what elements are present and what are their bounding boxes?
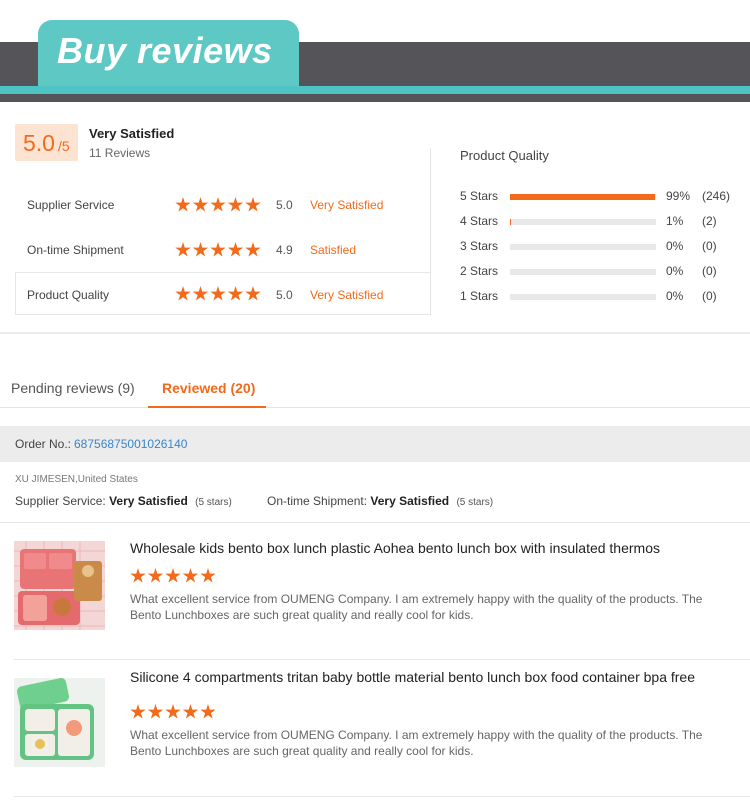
star-icon — [227, 242, 244, 257]
review-product-title[interactable]: Silicone 4 compartments tritan baby bott… — [130, 669, 695, 685]
product-thumbnail[interactable] — [14, 678, 105, 767]
dist-count-4: (2) — [702, 214, 717, 228]
overall-rating-text: Very Satisfied — [89, 126, 175, 141]
order-supplier-service: Supplier Service: Very Satisfied (5 star… — [15, 494, 232, 508]
star-icon — [245, 286, 261, 301]
order-shipment-label: On-time Shipment: — [267, 494, 368, 508]
row-separator — [14, 796, 750, 797]
star-icon — [147, 704, 164, 719]
dist-bar-3 — [510, 244, 656, 250]
dist-percent-1: 0% — [666, 289, 684, 303]
order-supplier-service-value: Very Satisfied — [109, 494, 188, 508]
star-icon — [245, 242, 261, 257]
section-separator — [0, 332, 750, 334]
star-icon — [147, 568, 164, 583]
star-icon — [227, 286, 244, 301]
summary-divider — [430, 148, 431, 314]
product-quality-title: Product Quality — [460, 148, 549, 163]
order-number-link[interactable]: 68756875001026140 — [74, 437, 187, 451]
banner-gray-line — [0, 94, 750, 102]
star-icon — [210, 197, 226, 212]
metric-value-product-quality: 5.0 — [276, 288, 293, 302]
overall-score: 5.0 — [23, 130, 55, 156]
product-thumbnail[interactable] — [14, 541, 105, 630]
star-icon — [192, 242, 209, 257]
metric-label-shipment: On-time Shipment — [27, 243, 124, 257]
dist-bar-1 — [510, 294, 656, 300]
dist-label-3: 3 Stars — [460, 239, 499, 253]
dist-percent-3: 0% — [666, 239, 684, 253]
dist-percent-4: 1% — [666, 214, 684, 228]
review-stars — [130, 568, 218, 584]
order-supplier-service-stars: (5 stars) — [195, 497, 232, 508]
header-banner: Buy reviews — [0, 0, 750, 106]
review-text: What excellent service from OUMENG Compa… — [130, 592, 703, 622]
star-icon — [210, 242, 226, 257]
banner-teal-line — [0, 86, 750, 94]
metric-label-product-quality: Product Quality — [27, 288, 110, 302]
dist-percent-5: 99% — [666, 189, 691, 203]
overall-score-badge: 5.0 /5 — [15, 124, 78, 161]
metric-value-supplier-service: 5.0 — [276, 198, 293, 212]
tab-reviewed[interactable]: Reviewed (20) — [162, 380, 255, 396]
dist-bar-5 — [510, 194, 656, 200]
active-tab-indicator — [148, 406, 266, 408]
star-icon — [227, 197, 244, 212]
star-icon — [192, 286, 209, 301]
dist-label-2: 2 Stars — [460, 264, 499, 278]
star-icon — [245, 197, 261, 212]
star-icon — [200, 568, 216, 583]
metric-text-supplier-service: Very Satisfied — [310, 198, 384, 212]
review-count: 11 Reviews — [89, 146, 151, 160]
metric-text-shipment: Satisfied — [310, 243, 357, 257]
star-icon — [130, 704, 146, 719]
buyer-info: XU JIMESEN,United States — [15, 474, 138, 485]
star-icon — [130, 568, 146, 583]
order-number-label: Order No.: — [15, 437, 72, 451]
dist-fill-5 — [510, 194, 655, 200]
star-icon — [200, 704, 216, 719]
star-icon — [165, 704, 181, 719]
tab-pending-reviews[interactable]: Pending reviews (9) — [11, 380, 135, 396]
banner-title: Buy reviews — [57, 30, 273, 71]
dist-percent-2: 0% — [666, 264, 684, 278]
star-icon — [175, 197, 191, 212]
order-shipment-value: Very Satisfied — [370, 494, 450, 508]
dist-count-5: (246) — [702, 189, 731, 203]
review-product-title[interactable]: Wholesale kids bento box lunch plastic A… — [130, 540, 660, 556]
metric-value-shipment: 4.9 — [276, 243, 293, 257]
dist-fill-4 — [510, 219, 512, 225]
star-icon — [175, 286, 191, 301]
star-icon — [175, 242, 191, 257]
metric-label-supplier-service: Supplier Service — [27, 198, 115, 212]
metric-stars-supplier-service — [175, 197, 263, 213]
review-text: What excellent service from OUMENG Compa… — [130, 728, 703, 758]
order-supplier-service-label: Supplier Service: — [15, 494, 106, 508]
order-shipment: On-time Shipment: Very Satisfied (5 star… — [267, 494, 493, 508]
star-icon — [182, 568, 199, 583]
star-icon — [192, 197, 209, 212]
dist-label-5: 5 Stars — [460, 189, 499, 203]
metric-stars-shipment — [175, 242, 263, 258]
metric-text-product-quality: Very Satisfied — [310, 288, 384, 302]
review-stars — [130, 704, 218, 720]
dist-label-4: 4 Stars — [460, 214, 499, 228]
metric-stars-product-quality — [175, 286, 263, 302]
star-icon — [182, 704, 199, 719]
star-icon — [210, 286, 226, 301]
row-separator — [0, 522, 750, 523]
overall-score-denominator: /5 — [58, 138, 70, 154]
dist-count-1: (0) — [702, 289, 717, 303]
metrics-bottom-border — [15, 314, 431, 315]
dist-bar-2 — [510, 269, 656, 275]
row-separator — [14, 659, 750, 660]
dist-label-1: 1 Stars — [460, 289, 499, 303]
tabs-baseline — [0, 407, 750, 408]
star-icon — [165, 568, 181, 583]
order-shipment-stars: (5 stars) — [456, 497, 494, 508]
dist-count-3: (0) — [702, 239, 717, 253]
dist-count-2: (0) — [702, 264, 717, 278]
dist-bar-4 — [510, 219, 656, 225]
